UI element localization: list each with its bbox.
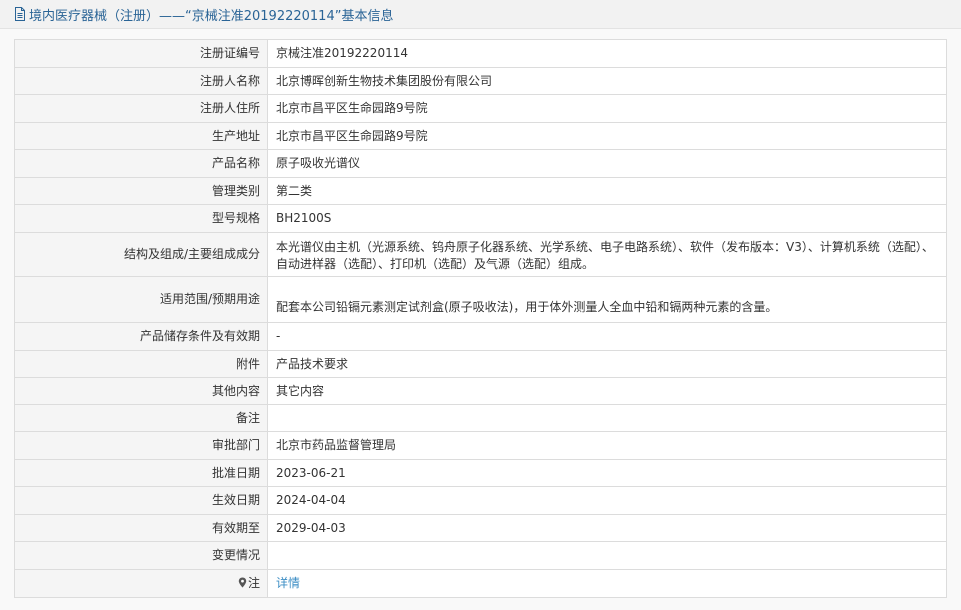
row-label: 备注 — [14, 404, 268, 432]
row-value: 配套本公司铅镉元素测定试剂盒(原子吸收法)，用于体外测量人全血中铅和镉两种元素的… — [267, 276, 947, 323]
row-value: 北京市昌平区生命园路9号院 — [267, 122, 947, 150]
page-title: 境内医疗器械（注册）——“京械注准20192220114”基本信息 — [29, 8, 394, 24]
table-row: 备注 — [14, 404, 947, 432]
row-value: 北京市药品监督管理局 — [267, 431, 947, 460]
info-panel: 注册证编号 京械注准20192220114 注册人名称 北京博晖创新生物技术集团… — [0, 29, 961, 610]
table-row: 变更情况 — [14, 541, 947, 570]
table-row: 注 详情 — [14, 569, 947, 598]
page-header: 境内医疗器械（注册）——“京械注准20192220114”基本信息 — [0, 0, 961, 29]
row-label: 管理类别 — [14, 177, 268, 205]
table-row: 批准日期 2023-06-21 — [14, 459, 947, 487]
table-row: 有效期至 2029-04-03 — [14, 514, 947, 542]
row-value: 原子吸收光谱仪 — [267, 149, 947, 178]
table-row: 审批部门 北京市药品监督管理局 — [14, 431, 947, 460]
row-value: 第二类 — [267, 177, 947, 205]
row-label: 适用范围/预期用途 — [14, 276, 268, 323]
table-row: 其他内容 其它内容 — [14, 377, 947, 405]
row-label: 产品储存条件及有效期 — [14, 322, 268, 351]
table-row: 附件 产品技术要求 — [14, 350, 947, 378]
table-row: 注册人名称 北京博晖创新生物技术集团股份有限公司 — [14, 67, 947, 95]
row-label: 其他内容 — [14, 377, 268, 405]
table-row: 产品储存条件及有效期 - — [14, 322, 947, 351]
row-label: 附件 — [14, 350, 268, 378]
table-row: 生效日期 2024-04-04 — [14, 486, 947, 515]
row-value: 产品技术要求 — [267, 350, 947, 378]
row-label: 注 — [247, 576, 260, 590]
row-label: 生产地址 — [14, 122, 268, 150]
table-row: 管理类别 第二类 — [14, 177, 947, 205]
table-row: 注册证编号 京械注准20192220114 — [14, 39, 947, 68]
row-value: 2023-06-21 — [267, 459, 947, 487]
document-icon — [15, 7, 25, 21]
row-value: - — [267, 322, 947, 351]
row-label: 批准日期 — [14, 459, 268, 487]
table-row: 产品名称 原子吸收光谱仪 — [14, 149, 947, 178]
info-table: 注册证编号 京械注准20192220114 注册人名称 北京博晖创新生物技术集团… — [14, 39, 947, 598]
row-label: 审批部门 — [14, 431, 268, 460]
table-row: 注册人住所 北京市昌平区生命园路9号院 — [14, 94, 947, 123]
row-value: BH2100S — [267, 204, 947, 233]
row-label: 型号规格 — [14, 204, 268, 233]
row-label: 变更情况 — [14, 541, 268, 570]
note-label-cell: 注 — [14, 569, 268, 598]
row-value — [267, 541, 947, 570]
table-row: 结构及组成/主要组成成分 本光谱仪由主机（光源系统、钨舟原子化器系统、光学系统、… — [14, 232, 947, 277]
row-label: 注册证编号 — [14, 39, 268, 68]
row-label: 结构及组成/主要组成成分 — [14, 232, 268, 277]
row-value: 2024-04-04 — [267, 486, 947, 515]
row-label: 有效期至 — [14, 514, 268, 542]
row-value: 北京博晖创新生物技术集团股份有限公司 — [267, 67, 947, 95]
row-value: 北京市昌平区生命园路9号院 — [267, 94, 947, 123]
row-value — [267, 404, 947, 432]
row-value: 其它内容 — [267, 377, 947, 405]
row-label: 产品名称 — [14, 149, 268, 178]
table-row: 适用范围/预期用途 配套本公司铅镉元素测定试剂盒(原子吸收法)，用于体外测量人全… — [14, 276, 947, 323]
row-value: 详情 — [267, 569, 947, 598]
table-row: 生产地址 北京市昌平区生命园路9号院 — [14, 122, 947, 150]
details-link[interactable]: 详情 — [276, 576, 300, 590]
location-pin-icon — [238, 577, 247, 588]
row-label: 注册人住所 — [14, 94, 268, 123]
row-value: 京械注准20192220114 — [267, 39, 947, 68]
table-row: 型号规格 BH2100S — [14, 204, 947, 233]
row-label: 生效日期 — [14, 486, 268, 515]
row-value: 2029-04-03 — [267, 514, 947, 542]
row-value: 本光谱仪由主机（光源系统、钨舟原子化器系统、光学系统、电子电路系统）、软件（发布… — [267, 232, 947, 277]
row-label: 注册人名称 — [14, 67, 268, 95]
